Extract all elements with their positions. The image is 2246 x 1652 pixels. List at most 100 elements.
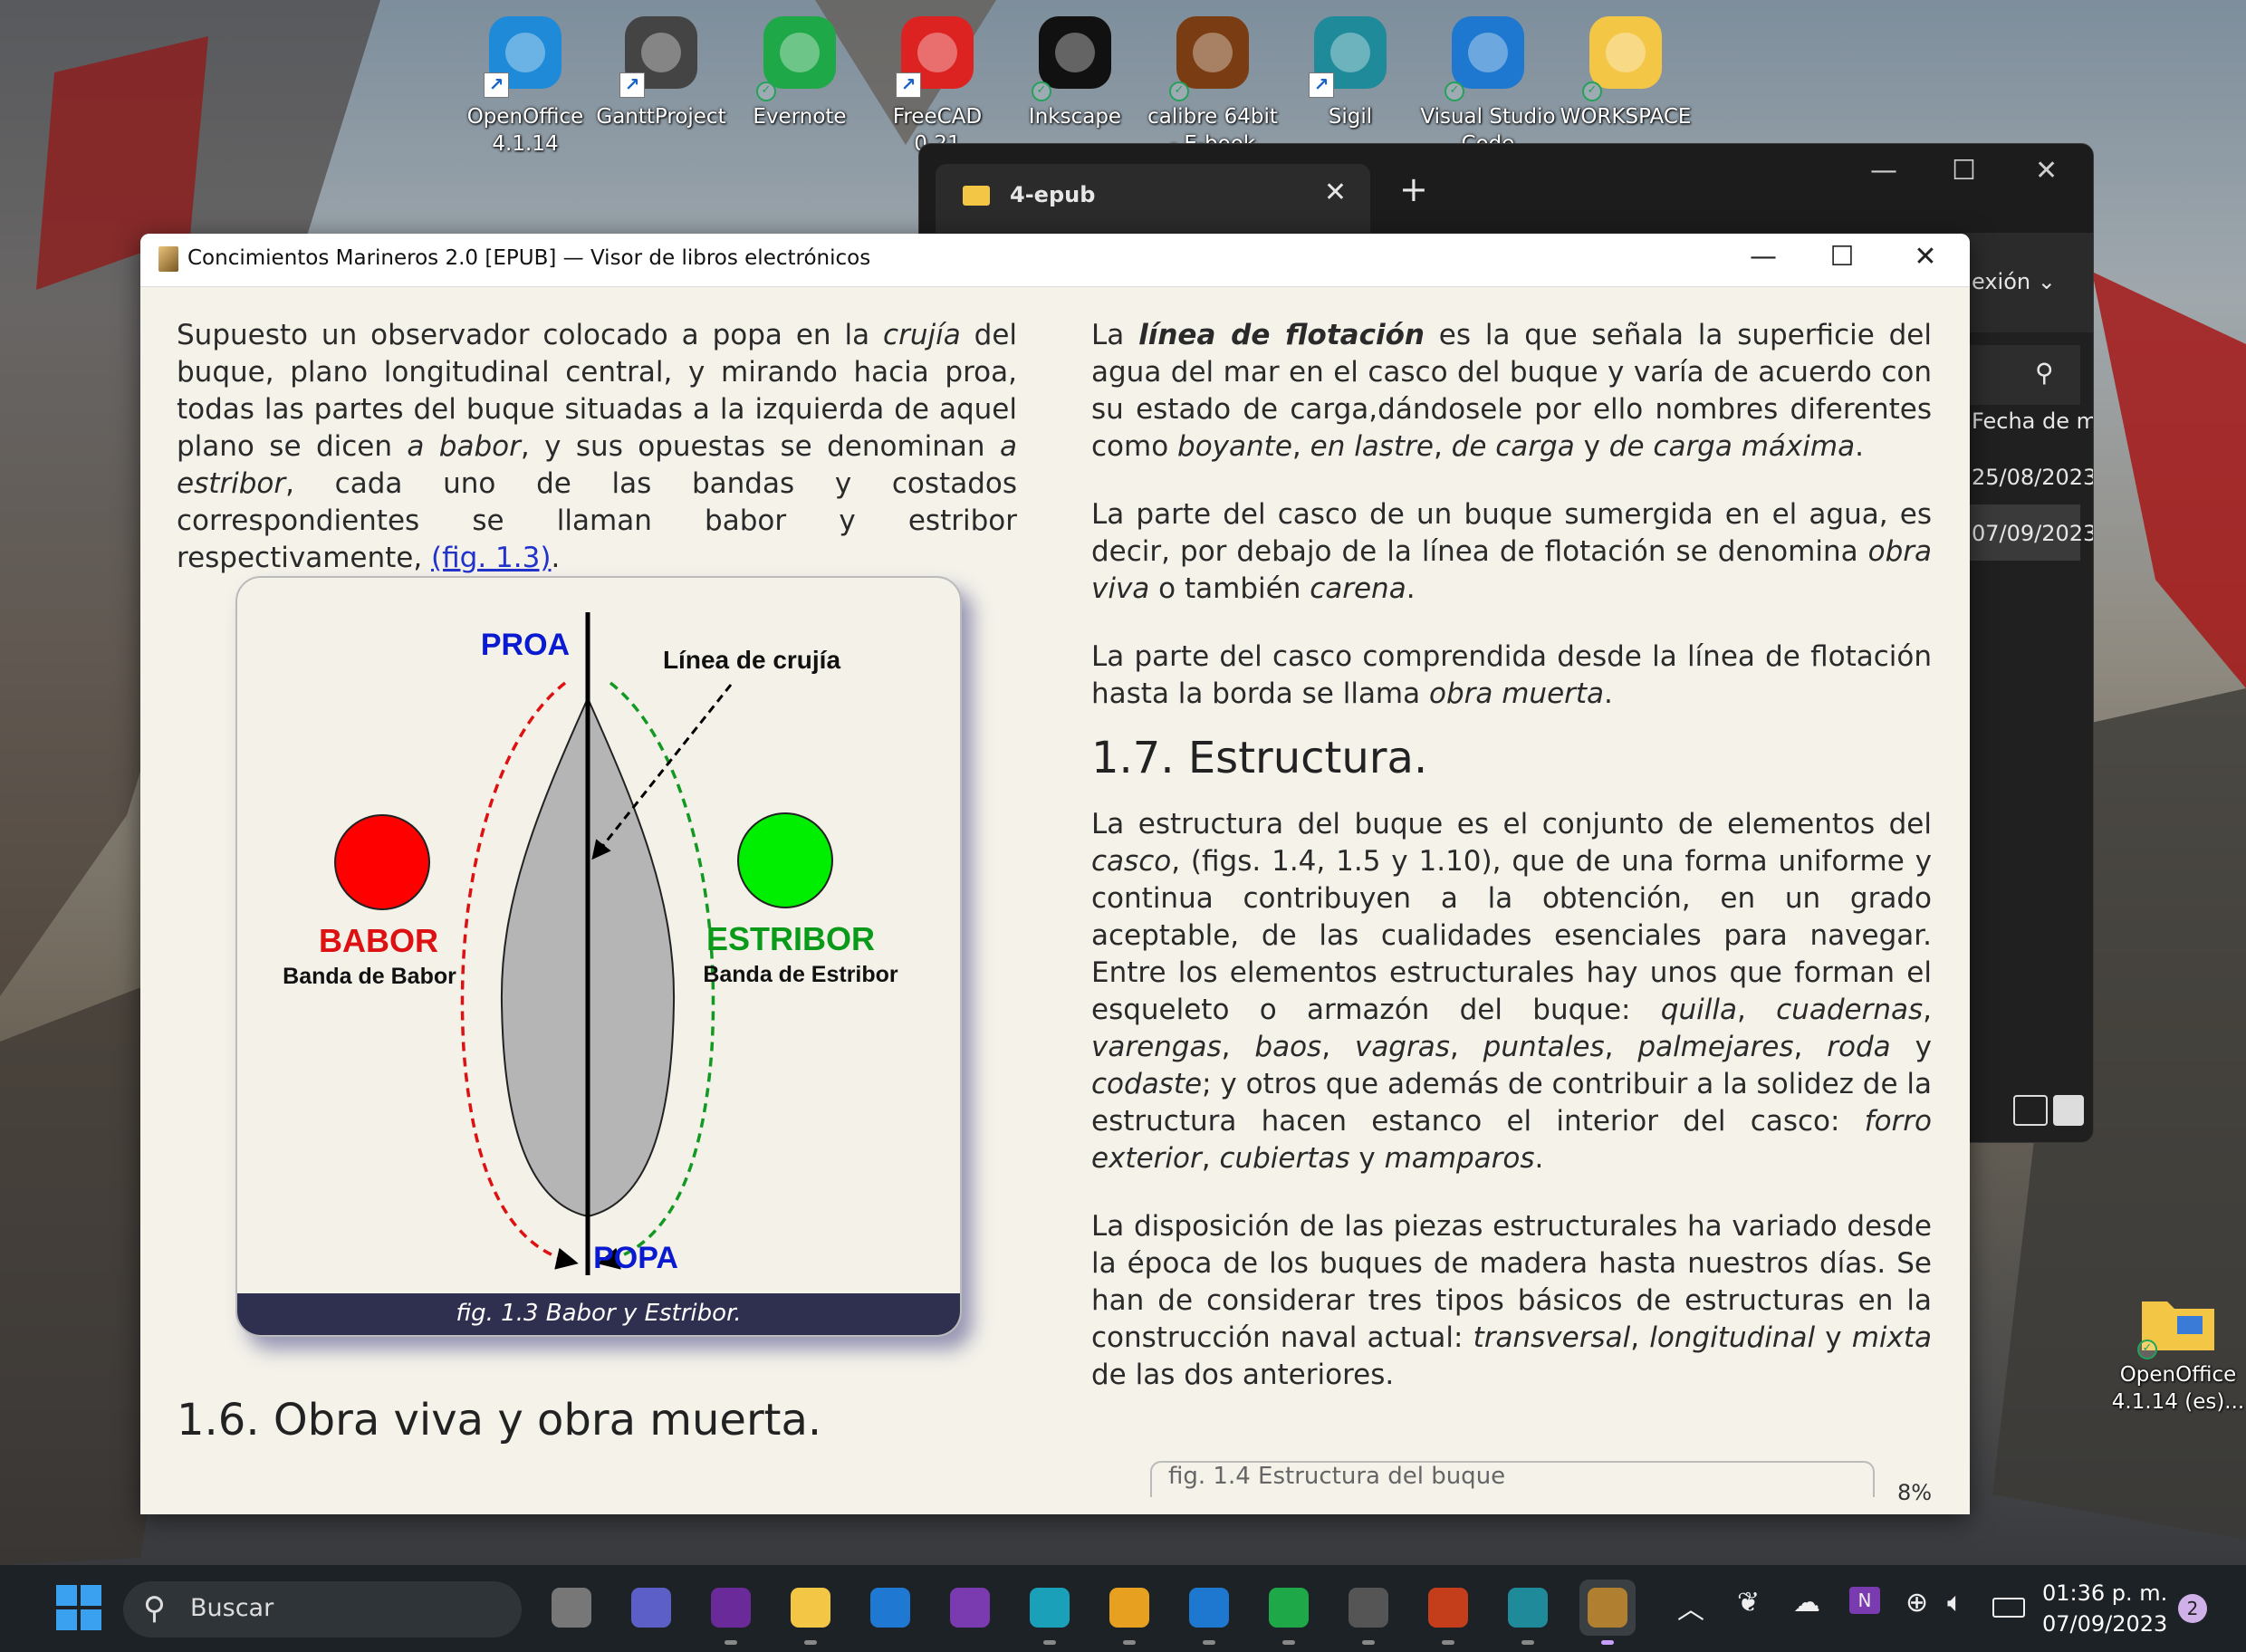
onedrive-offline-icon[interactable]: ☁ <box>1793 1587 1820 1618</box>
taskbar-app-teams-chat[interactable] <box>623 1580 679 1636</box>
sigil-icon: ↗ <box>1307 9 1394 98</box>
paragraph-linea-flotacion: La línea de flotación es la que señala l… <box>1091 319 1932 463</box>
evernote-icon <box>1269 1588 1309 1628</box>
desktop-shortcut[interactable]: ✓Visual Studio Code <box>1420 9 1556 158</box>
desktop-shortcut-label: OpenOffice 4.1.14 (es)... <box>2111 1363 2245 1414</box>
taskbar-app-onenote[interactable] <box>942 1580 998 1636</box>
workspace-folder-icon: ✓ <box>1582 9 1669 101</box>
libreoffice-math-icon <box>711 1588 751 1628</box>
sync-check-icon: ✓ <box>1582 82 1602 101</box>
ebook-viewer-window[interactable]: Concimientos Marineros 2.0 [EPUB] — Viso… <box>140 234 1970 1514</box>
taskbar-app-sigil[interactable] <box>1500 1580 1556 1645</box>
desktop-shortcut-label: Evernote <box>753 105 847 129</box>
explorer-tab-4-epub[interactable]: 4-epub ✕ <box>936 164 1370 233</box>
desktop-shortcut[interactable]: ↗FreeCAD 0.21 <box>869 9 1005 158</box>
taskbar-search-box[interactable]: ⚲ Buscar <box>123 1581 522 1638</box>
desktop-shortcut[interactable]: ✓ Inkscape <box>1007 9 1143 130</box>
estribor-sub-label: Banda de Estribor <box>703 962 898 987</box>
taskbar-app-evernote[interactable] <box>1261 1580 1317 1645</box>
taskbar-app-vscode[interactable] <box>1181 1580 1237 1645</box>
toolbar-menu-label[interactable]: exión ⌄ <box>1972 269 2056 294</box>
search-icon: ⚲ <box>143 1590 166 1627</box>
teams-chat-icon <box>631 1588 671 1628</box>
show-hidden-icons-button[interactable]: ︿ <box>1677 1587 1704 1627</box>
column-header-date[interactable]: Fecha de mc <box>1972 408 2093 434</box>
maximize-button[interactable]: ☐ <box>1815 241 1869 273</box>
onenote-tray-icon[interactable]: N <box>1849 1587 1880 1614</box>
ebook-viewer-icon <box>1588 1588 1627 1628</box>
clock[interactable]: 01:36 p. m. 07/09/2023 <box>2042 1578 2167 1639</box>
evernote-tray-icon[interactable]: ❦ <box>1737 1587 1760 1618</box>
shortcut-arrow-icon: ↗ <box>896 72 921 98</box>
desktop-shortcut-label: WORKSPACE <box>1560 105 1692 129</box>
paragraph-obra-muerta: La parte del casco comprendida desde la … <box>1091 640 1932 710</box>
taskbar-app-settings[interactable] <box>1340 1580 1397 1645</box>
network-icon[interactable]: ⊕ <box>1905 1587 1928 1618</box>
freecad-icon: ↗ <box>894 9 981 98</box>
battery-icon[interactable] <box>1992 1598 2025 1618</box>
window-titlebar: Concimientos Marineros 2.0 [EPUB] — Viso… <box>140 234 1970 287</box>
start-button[interactable] <box>56 1585 101 1630</box>
babor-label: BABOR <box>319 922 438 959</box>
taskbar-app-chrome[interactable] <box>1101 1580 1157 1645</box>
close-button[interactable]: ✕ <box>1898 241 1953 273</box>
chrome-icon <box>1109 1588 1149 1628</box>
shortcut-arrow-icon: ↗ <box>1309 72 1334 98</box>
close-tab-button[interactable]: ✕ <box>1324 177 1347 208</box>
explorer-search-box[interactable]: ⚲ <box>1963 345 2080 405</box>
running-indicator <box>1601 1640 1614 1645</box>
onenote-icon <box>950 1588 990 1628</box>
maximize-button[interactable]: ☐ <box>1952 155 1976 187</box>
running-indicator <box>725 1640 737 1645</box>
desktop-shortcut[interactable]: ↗ GanttProject <box>593 9 729 130</box>
section-heading-1-7: 1.7. Estructura. <box>1091 733 1428 783</box>
desktop-shortcut-label: GanttProject <box>596 105 726 129</box>
figure-link[interactable]: (fig. 1.3) <box>431 542 551 574</box>
taskbar: ⚲ Buscar ︿ ❦ ☁ N ⊕ 🔈︎ 01:36 p. m. 07/09/… <box>0 1565 2246 1652</box>
file-row-date[interactable]: 07/09/2023 ( <box>1972 521 2093 546</box>
babor-sub-label: Banda de Babor <box>283 964 456 989</box>
running-indicator <box>1362 1640 1375 1645</box>
running-indicator <box>1043 1640 1056 1645</box>
taskbar-app-file-explorer[interactable] <box>782 1580 839 1645</box>
vscode-icon: ✓ <box>1445 9 1531 101</box>
close-button[interactable]: ✕ <box>2035 155 2058 187</box>
clock-time: 01:36 p. m. <box>2042 1580 2168 1606</box>
taskbar-app-mail[interactable] <box>862 1580 918 1636</box>
shortcut-arrow-icon: ↗ <box>619 72 645 98</box>
desktop-shortcut-openoffice-es[interactable]: ✓ OpenOffice 4.1.14 (es)... <box>2110 1291 2246 1416</box>
sync-check-icon: ✓ <box>1169 82 1189 101</box>
taskbar-app-libreoffice-math[interactable] <box>703 1580 759 1645</box>
desktop-shortcut[interactable]: ✓ WORKSPACE <box>1558 9 1694 130</box>
running-indicator <box>1123 1640 1136 1645</box>
file-explorer-icon <box>791 1588 830 1628</box>
desktop-shortcut[interactable]: ✓ Evernote <box>732 9 868 130</box>
notification-badge[interactable]: 2 <box>2178 1594 2207 1623</box>
folder-icon <box>963 186 990 206</box>
tiles-view-icon[interactable] <box>2053 1095 2084 1126</box>
details-view-icon[interactable] <box>2013 1095 2048 1126</box>
openoffice-icon: ↗ <box>482 9 569 98</box>
taskbar-app-powerpoint[interactable] <box>1420 1580 1476 1645</box>
taskbar-app-task-view[interactable] <box>543 1580 600 1636</box>
desktop-shortcut[interactable]: ↗ Sigil <box>1282 9 1418 130</box>
figure-caption: fig. 1.3 Babor y Estribor. <box>237 1293 960 1335</box>
powerpoint-icon <box>1428 1588 1468 1628</box>
minimize-button[interactable]: — <box>1736 241 1790 273</box>
paragraph-estructura: La estructura del buque es el conjunto d… <box>1091 808 1932 1175</box>
desktop-shortcut[interactable]: ↗ OpenOffice 4.1.14 <box>457 9 593 158</box>
clock-date: 07/09/2023 <box>2042 1611 2168 1637</box>
next-figure-placeholder: fig. 1.4 Estructura del buque <box>1150 1461 1875 1497</box>
volume-icon[interactable]: 🔈︎ <box>1947 1587 1963 1618</box>
reading-progress: 8% <box>1897 1480 1933 1505</box>
figure-babor-estribor: PROA POPA Línea de crujía BABOR Banda de… <box>235 576 962 1337</box>
windows-icon <box>56 1585 101 1630</box>
sync-check-icon: ✓ <box>1032 82 1051 101</box>
shortcut-arrow-icon: ↗ <box>484 72 509 98</box>
minimize-button[interactable]: — <box>1870 155 1897 187</box>
file-row-date[interactable]: 25/08/2023 ( <box>1972 465 2093 490</box>
new-tab-button[interactable]: + <box>1399 169 1428 209</box>
taskbar-app-ebook-viewer[interactable] <box>1579 1580 1636 1645</box>
taskbar-app-edge[interactable] <box>1022 1580 1078 1645</box>
edge-icon <box>1030 1588 1070 1628</box>
